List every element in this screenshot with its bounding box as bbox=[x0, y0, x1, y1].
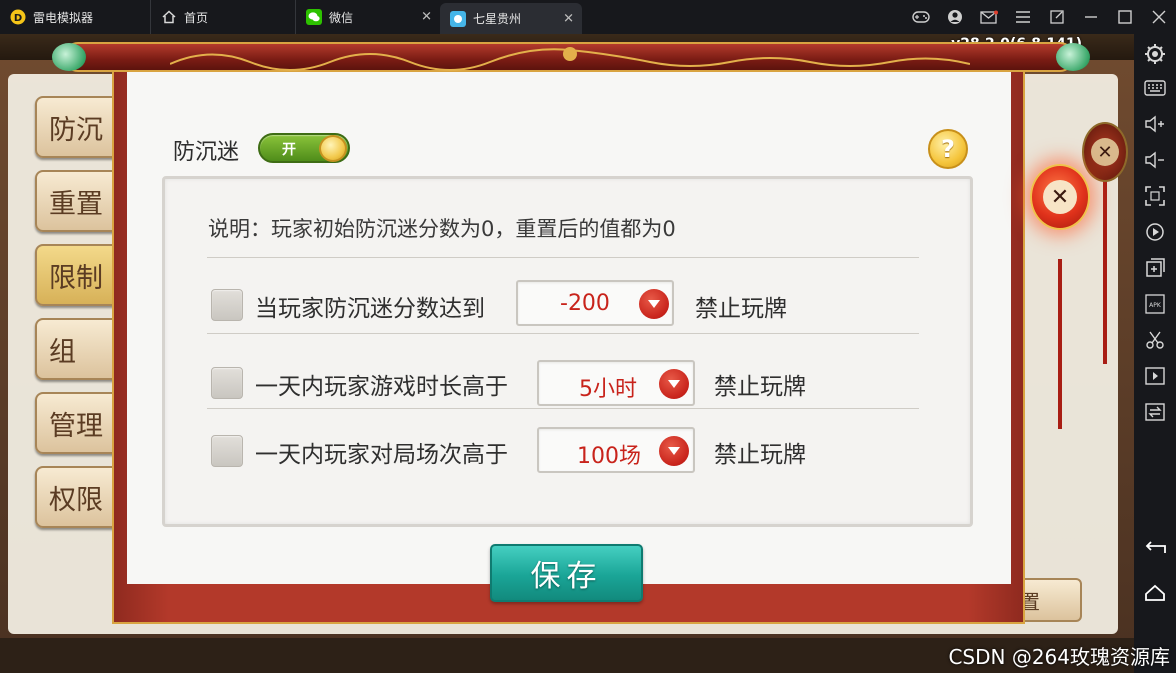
watermark-text: CSDN @264玫瑰资源库 bbox=[948, 645, 1170, 669]
home-icon bbox=[161, 9, 177, 25]
account-icon[interactable] bbox=[938, 0, 972, 34]
lantern-tassel bbox=[1058, 259, 1062, 429]
apk-install-icon[interactable]: APK bbox=[1141, 290, 1169, 318]
close-window-icon[interactable] bbox=[1142, 0, 1176, 34]
chevron-down-icon bbox=[659, 369, 689, 399]
tab-home[interactable]: 首页 bbox=[150, 0, 295, 34]
chevron-down-icon bbox=[639, 289, 669, 319]
multi-instance-icon[interactable] bbox=[1141, 254, 1169, 282]
select-value: 100场 bbox=[577, 444, 641, 469]
tab-home-label: 首页 bbox=[184, 10, 209, 25]
scroll-rod-end bbox=[1056, 43, 1090, 71]
volume-down-icon[interactable] bbox=[1141, 146, 1169, 174]
rule-checkbox[interactable] bbox=[211, 435, 243, 467]
fullscreen-icon[interactable] bbox=[1141, 182, 1169, 210]
background-close-lantern[interactable]: ✕ bbox=[1082, 122, 1128, 182]
chevron-down-icon bbox=[659, 436, 689, 466]
anti-addiction-toggle[interactable]: 开 bbox=[258, 133, 350, 163]
rule-checkbox[interactable] bbox=[211, 367, 243, 399]
rule-suffix: 禁止玩牌 bbox=[714, 374, 806, 400]
close-tab-icon[interactable]: ✕ bbox=[563, 11, 574, 26]
rule-row-matches: 一天内玩家对局场次高于 100场 禁止玩牌 bbox=[211, 427, 911, 473]
record-icon[interactable] bbox=[1141, 218, 1169, 246]
question-mark-icon: ? bbox=[941, 135, 955, 163]
wechat-icon bbox=[306, 9, 322, 25]
toggle-knob bbox=[319, 135, 347, 162]
video-play-icon[interactable] bbox=[1141, 362, 1169, 390]
ldplayer-logo-icon: D bbox=[10, 9, 26, 25]
keyboard-icon[interactable] bbox=[1141, 74, 1169, 102]
close-tab-icon[interactable]: ✕ bbox=[421, 10, 432, 25]
matches-threshold-select[interactable]: 100场 bbox=[537, 427, 695, 473]
rule-suffix: 禁止玩牌 bbox=[714, 442, 806, 468]
divider bbox=[207, 333, 919, 334]
help-button[interactable]: ? bbox=[928, 129, 968, 169]
minimize-icon[interactable] bbox=[1074, 0, 1108, 34]
scroll-ornament bbox=[170, 47, 970, 71]
rule-label: 一天内玩家对局场次高于 bbox=[255, 442, 508, 468]
emulator-sidebar: APK bbox=[1134, 34, 1176, 673]
divider bbox=[207, 408, 919, 409]
scissors-icon[interactable] bbox=[1141, 326, 1169, 354]
tab-wechat[interactable]: 微信 ✕ bbox=[295, 0, 440, 34]
back-icon[interactable] bbox=[1141, 534, 1169, 562]
rule-suffix: 禁止玩牌 bbox=[695, 296, 787, 322]
dialog-title: 防沉迷 bbox=[173, 140, 240, 165]
app-title: D 雷电模拟器 bbox=[0, 0, 150, 34]
lantern-tassel bbox=[1103, 174, 1107, 364]
close-icon: ✕ bbox=[1091, 138, 1119, 166]
divider bbox=[207, 257, 919, 258]
emulator-window: D 雷电模拟器 首页 微信 ✕ 七星贵州 ✕ 防沉 重置 限制 组 管理 权限 … bbox=[0, 0, 1176, 673]
home-nav-icon[interactable] bbox=[1141, 579, 1169, 607]
gamepad-icon[interactable] bbox=[904, 0, 938, 34]
select-value: 5小时 bbox=[579, 377, 637, 402]
window-mode-icon[interactable] bbox=[1040, 0, 1074, 34]
toggle-state-label: 开 bbox=[282, 142, 296, 158]
dialog-close-button[interactable]: ✕ bbox=[1030, 164, 1090, 230]
rule-label: 一天内玩家游戏时长高于 bbox=[255, 374, 508, 400]
volume-up-icon[interactable] bbox=[1141, 110, 1169, 138]
rule-checkbox[interactable] bbox=[211, 289, 243, 321]
window-controls bbox=[904, 0, 1176, 34]
scroll-rod-end bbox=[52, 43, 86, 71]
settings-gear-icon[interactable] bbox=[1141, 40, 1169, 68]
mail-icon[interactable] bbox=[972, 0, 1006, 34]
game-app-icon bbox=[450, 10, 466, 27]
close-icon: ✕ bbox=[1043, 180, 1077, 214]
title-bar: D 雷电模拟器 首页 微信 ✕ 七星贵州 ✕ bbox=[0, 0, 1176, 34]
svg-text:D: D bbox=[14, 13, 22, 24]
tab-game-label: 七星贵州 bbox=[473, 12, 522, 26]
menu-icon[interactable] bbox=[1006, 0, 1040, 34]
save-button[interactable]: 保存 bbox=[490, 544, 643, 602]
svg-text:APK: APK bbox=[1149, 302, 1162, 309]
rule-row-playtime: 一天内玩家游戏时长高于 5小时 禁止玩牌 bbox=[211, 360, 911, 406]
score-threshold-select[interactable]: -200 bbox=[516, 280, 674, 326]
description-text: 说明：玩家初始防沉迷分数为0，重置后的值都为0 bbox=[208, 217, 676, 241]
tab-game[interactable]: 七星贵州 ✕ bbox=[440, 3, 582, 34]
sync-icon[interactable] bbox=[1141, 398, 1169, 426]
app-name: 雷电模拟器 bbox=[33, 10, 94, 25]
rule-row-score: 当玩家防沉迷分数达到 -200 禁止玩牌 bbox=[211, 280, 911, 326]
maximize-icon[interactable] bbox=[1108, 0, 1142, 34]
tab-wechat-label: 微信 bbox=[329, 10, 354, 25]
playtime-threshold-select[interactable]: 5小时 bbox=[537, 360, 695, 406]
select-value: -200 bbox=[560, 291, 610, 316]
rule-label: 当玩家防沉迷分数达到 bbox=[255, 296, 485, 322]
